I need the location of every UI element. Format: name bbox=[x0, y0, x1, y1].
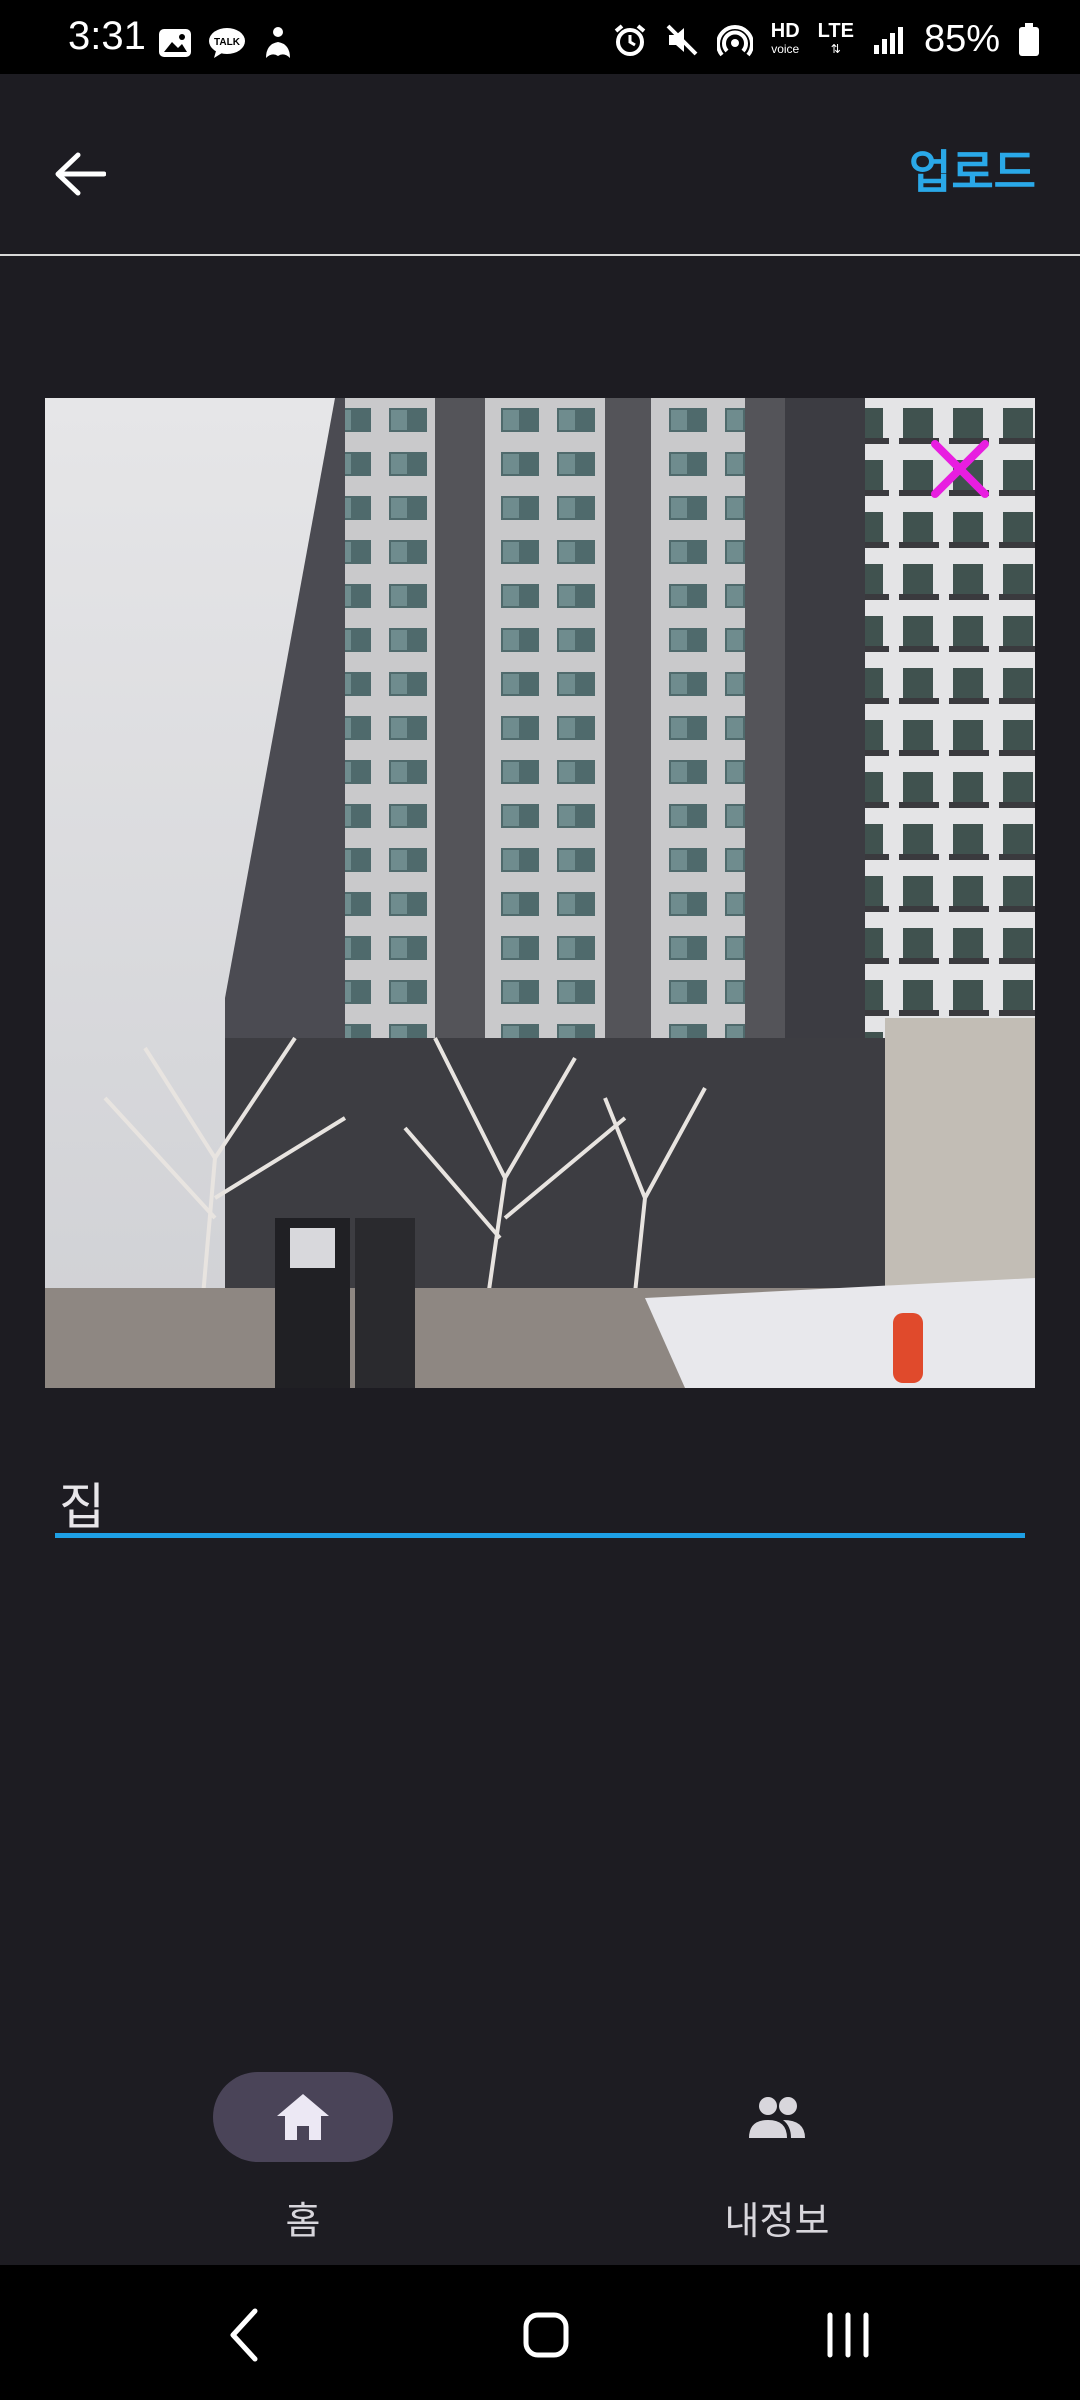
system-navigation-bar bbox=[0, 2265, 1080, 2400]
nav-profile[interactable]: 내정보 bbox=[667, 2072, 887, 2252]
back-chevron-icon bbox=[230, 2308, 258, 2362]
home-square-icon bbox=[523, 2312, 569, 2358]
nav-profile-label: 내정보 bbox=[724, 2199, 830, 2243]
nav-home-label: 홈 bbox=[285, 2199, 321, 2243]
upload-button[interactable]: 업로드 bbox=[909, 136, 1036, 202]
network-label: LTE bbox=[817, 19, 854, 42]
close-x-icon bbox=[931, 440, 989, 498]
hd-voice-icon: HD voice bbox=[770, 19, 800, 58]
input-underline bbox=[55, 1533, 1025, 1538]
back-button[interactable] bbox=[40, 134, 120, 214]
system-back-button[interactable] bbox=[205, 2295, 285, 2375]
hd-voice-label: voice bbox=[771, 41, 800, 56]
hotspot-icon bbox=[716, 24, 753, 56]
home-icon bbox=[277, 2094, 329, 2140]
lte-icon: LTE ⇅ bbox=[817, 19, 854, 56]
remove-photo-button[interactable] bbox=[925, 434, 995, 504]
system-recents-button[interactable] bbox=[808, 2295, 888, 2375]
svg-text:TALK: TALK bbox=[214, 37, 241, 48]
status-bar: 3:31 TALK HD voice LTE ⇅ 85% bbox=[0, 0, 1080, 74]
kakaotalk-icon: TALK bbox=[209, 28, 245, 58]
caption-input[interactable]: 집 bbox=[55, 1455, 1025, 1538]
selected-photo bbox=[45, 398, 1035, 1388]
arrow-left-icon bbox=[55, 152, 106, 196]
app-bar: 업로드 bbox=[0, 74, 1080, 256]
people-icon bbox=[749, 2097, 805, 2138]
signal-icon bbox=[873, 26, 903, 54]
caption-value[interactable]: 집 bbox=[59, 1467, 105, 1539]
gallery-icon bbox=[159, 29, 191, 57]
hd-label: HD bbox=[770, 19, 800, 42]
alarm-icon bbox=[614, 23, 646, 56]
battery-icon bbox=[1019, 22, 1039, 56]
bottom-navigation: 홈 내정보 bbox=[0, 2040, 1080, 2265]
recents-icon bbox=[827, 2312, 869, 2358]
nav-home[interactable]: 홈 bbox=[193, 2072, 413, 2252]
accessibility-icon bbox=[266, 27, 290, 58]
system-home-button[interactable] bbox=[506, 2295, 586, 2375]
mute-icon bbox=[666, 24, 698, 55]
battery-percent: 85% bbox=[923, 18, 1000, 60]
status-time: 3:31 bbox=[68, 14, 146, 58]
